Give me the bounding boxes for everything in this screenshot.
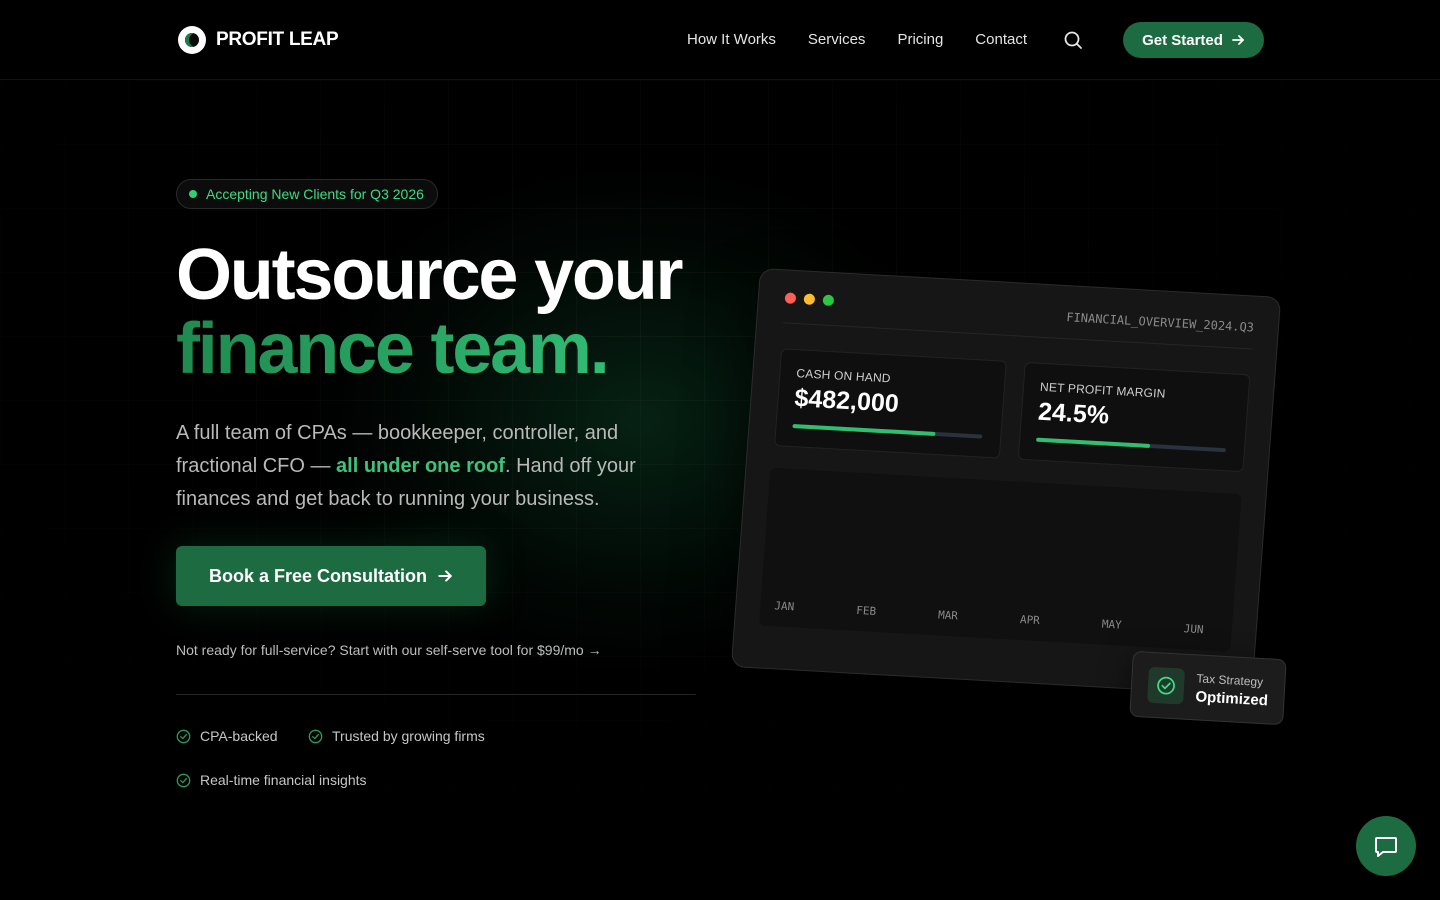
month-label: JAN <box>773 599 795 614</box>
chat-icon <box>1375 837 1397 857</box>
self-serve-link[interactable]: Not ready for full-service? Start with o… <box>176 642 602 658</box>
card-progress-fill <box>1036 437 1151 448</box>
book-consultation-button[interactable]: Book a Free Consultation <box>176 546 486 606</box>
cash-on-hand-card: CASH ON HAND $482,000 <box>774 348 1007 459</box>
availability-text: Accepting New Clients for Q3 2026 <box>206 186 424 202</box>
hero-title: Outsource your finance team. <box>176 235 684 386</box>
get-started-button[interactable]: Get Started <box>1123 22 1264 58</box>
card-progress <box>1036 437 1227 453</box>
window-controls <box>784 292 835 307</box>
hero-title-line1: Outsource your <box>176 235 684 315</box>
check-circle-icon <box>308 729 323 743</box>
check-circle-icon <box>176 729 191 743</box>
card-value: $482,000 <box>793 384 900 418</box>
feature-label: Trusted by growing firms <box>332 728 485 744</box>
nav-links: How It Works Services Pricing Contact <box>687 31 1027 48</box>
divider <box>176 694 696 695</box>
logo-icon <box>178 26 206 54</box>
card-value: 24.5% <box>1037 397 1111 430</box>
window-maximize-dot <box>822 294 835 307</box>
availability-badge: Accepting New Clients for Q3 2026 <box>176 179 438 209</box>
check-circle-icon <box>176 773 191 787</box>
brand-logo[interactable]: PROFIT LEAP <box>178 26 339 54</box>
nav-link-pricing[interactable]: Pricing <box>897 31 943 48</box>
card-label: CASH ON HAND <box>795 366 892 386</box>
status-dot <box>189 190 197 198</box>
brand-name: PROFIT LEAP <box>216 29 339 50</box>
feature-insights: Real-time financial insights <box>176 772 367 788</box>
book-consultation-label: Book a Free Consultation <box>208 565 428 586</box>
arrow-right-icon <box>438 570 452 582</box>
nav-link-how-it-works[interactable]: How It Works <box>687 31 776 48</box>
nav-link-services[interactable]: Services <box>808 31 866 48</box>
card-label: NET PROFIT MARGIN <box>1039 379 1167 401</box>
get-started-label: Get Started <box>1142 31 1223 49</box>
feature-trusted: Trusted by growing firms <box>308 728 485 744</box>
chat-button[interactable] <box>1356 816 1416 876</box>
tax-strategy-badge: Tax Strategy Optimized <box>1129 650 1287 726</box>
dashboard-preview: FINANCIAL_OVERVIEW_2024.Q3 CASH ON HAND … <box>730 267 1282 697</box>
hero-lead: A full team of CPAs — bookkeeper, contro… <box>176 417 696 516</box>
month-label: APR <box>1019 613 1041 628</box>
net-profit-margin-card: NET PROFIT MARGIN 24.5% <box>1017 361 1251 473</box>
window-minimize-dot <box>803 293 816 306</box>
card-progress <box>792 424 983 439</box>
month-label: MAR <box>937 608 959 623</box>
tax-badge-title: Tax Strategy <box>1196 671 1264 690</box>
tax-badge-status: Optimized <box>1195 688 1269 710</box>
month-label: JUN <box>1183 622 1205 637</box>
window-close-dot <box>784 292 797 304</box>
month-label: MAY <box>1101 617 1123 632</box>
top-nav: PROFIT LEAP How It Works Services Pricin… <box>0 0 1440 80</box>
lead-highlight: all under one roof <box>336 455 505 477</box>
card-progress-fill <box>792 424 935 436</box>
dashboard-filename: FINANCIAL_OVERVIEW_2024.Q3 <box>1065 310 1255 335</box>
hero-title-line2: finance team. <box>176 312 681 386</box>
feature-cpa-backed: CPA-backed <box>176 728 278 744</box>
search-icon <box>1064 31 1082 49</box>
feature-label: CPA-backed <box>200 728 278 744</box>
monthly-chart: JAN FEB MAR APR MAY JUN <box>758 467 1242 652</box>
feature-label: Real-time financial insights <box>200 772 367 788</box>
search-button[interactable] <box>1062 29 1084 51</box>
nav-link-contact[interactable]: Contact <box>975 31 1027 48</box>
arrow-right-icon <box>1232 35 1244 45</box>
check-circle-icon <box>1147 666 1186 705</box>
month-label: FEB <box>855 603 877 618</box>
